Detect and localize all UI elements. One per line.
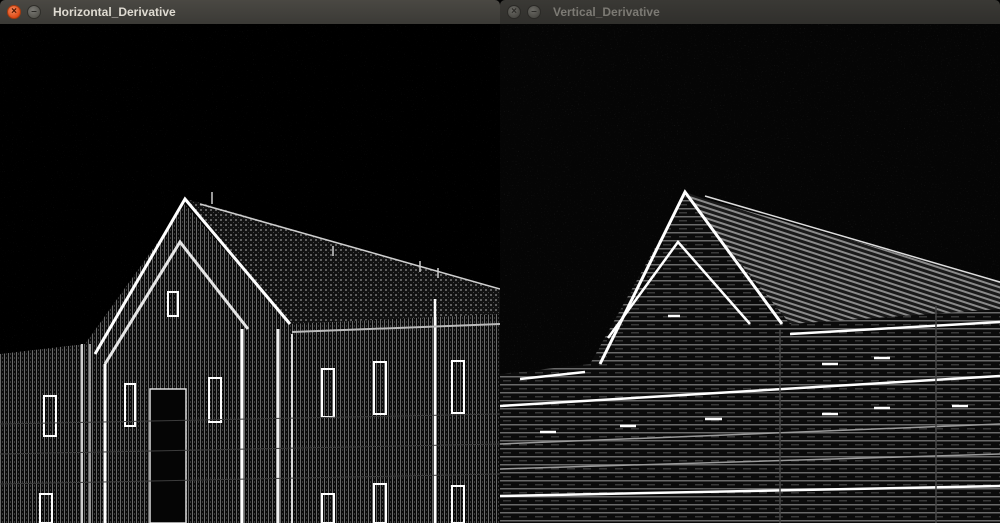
window-title: Vertical_Derivative — [553, 5, 660, 19]
minimize-icon[interactable]: – — [527, 5, 541, 19]
titlebar[interactable]: × – Horizontal_Derivative — [0, 0, 500, 24]
close-icon[interactable]: × — [507, 5, 521, 19]
titlebar[interactable]: × – Vertical_Derivative — [500, 0, 1000, 24]
vertical-derivative-window: × – Vertical_Derivative — [500, 0, 1000, 523]
vertical-derivative-image — [500, 24, 1000, 523]
close-icon[interactable]: × — [7, 5, 21, 19]
horizontal-derivative-image — [0, 24, 500, 523]
minimize-icon[interactable]: – — [27, 5, 41, 19]
horizontal-derivative-window: × – Horizontal_Derivative — [0, 0, 500, 523]
window-title: Horizontal_Derivative — [53, 5, 176, 19]
